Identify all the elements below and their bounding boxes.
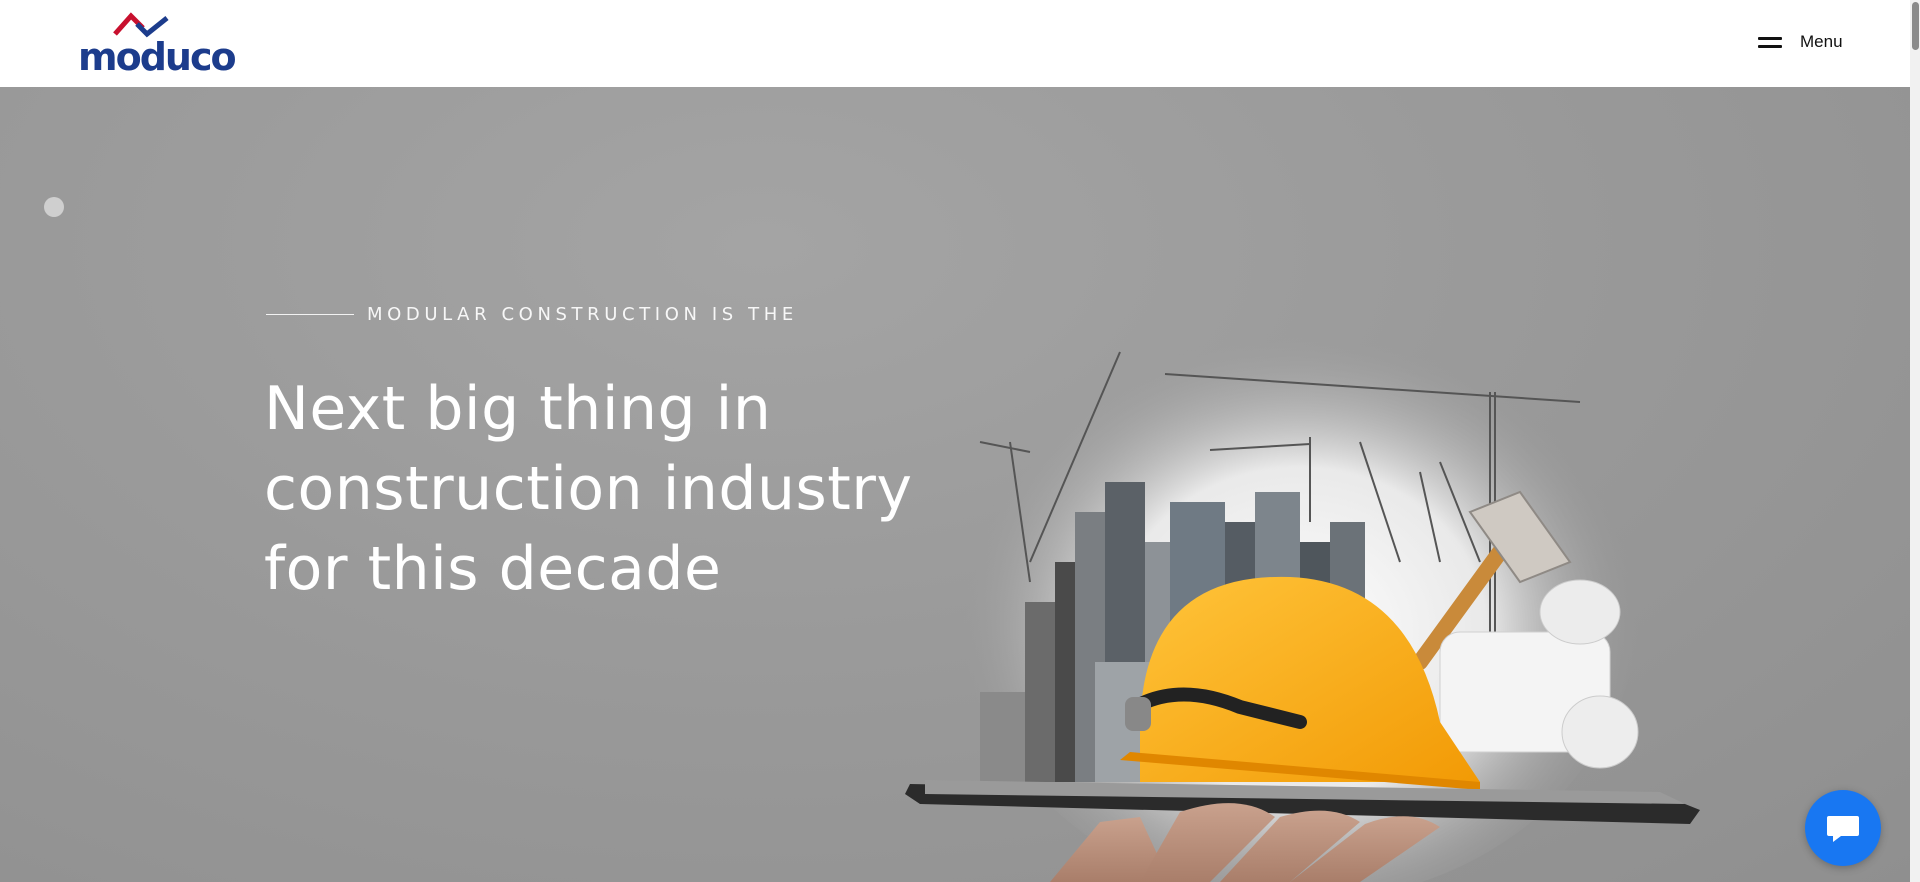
scrollbar-thumb[interactable]	[1912, 2, 1919, 50]
headline-line-1: Next big thing in	[264, 374, 772, 444]
menu-label: Menu	[1800, 32, 1843, 51]
eyebrow-line	[266, 314, 354, 315]
hero-eyebrow: MODULAR CONSTRUCTION IS THE	[266, 304, 798, 325]
logo-text: moduco	[78, 35, 235, 76]
hero-headline: Next big thing in construction industry …	[264, 369, 964, 609]
site-header: moduco Menu	[0, 0, 1910, 87]
menu-button[interactable]: Menu	[1758, 30, 1843, 54]
slider-dot[interactable]	[44, 197, 64, 217]
headline-line-2: construction industry	[264, 454, 913, 524]
site-logo[interactable]: moduco	[77, 10, 237, 76]
page-scrollbar[interactable]	[1910, 0, 1920, 882]
hero-illustration	[905, 312, 1700, 882]
hero-section: MODULAR CONSTRUCTION IS THE Next big thi…	[0, 87, 1910, 882]
chat-button[interactable]	[1805, 790, 1881, 866]
headline-line-3: for this decade	[264, 534, 722, 604]
logo-mark-icon: moduco	[78, 12, 237, 76]
eyebrow-text: MODULAR CONSTRUCTION IS THE	[367, 304, 798, 325]
hamburger-icon	[1758, 35, 1782, 49]
chat-bubble-icon	[1827, 816, 1859, 842]
